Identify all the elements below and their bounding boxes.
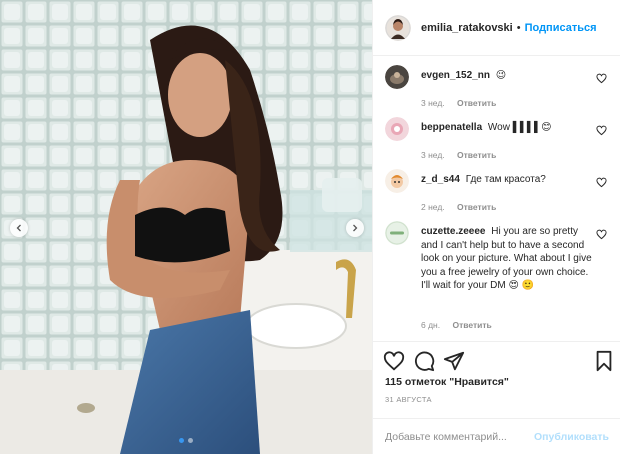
comment-meta: 3 нед. Ответить: [421, 98, 496, 108]
comment-meta: 3 нед. Ответить: [421, 150, 496, 160]
carousel-next-button[interactable]: [346, 219, 364, 237]
commenter-username[interactable]: evgen_152_nn: [421, 70, 490, 81]
comment-item: beppenatella Wow ▌▌▌▌😊 3 нед. Ответить: [385, 117, 615, 163]
comment-text: z_d_s44 Где там красота?: [421, 173, 593, 187]
heart-icon[interactable]: [596, 73, 607, 84]
reply-button[interactable]: Ответить: [457, 150, 496, 160]
header-separator: •: [516, 21, 521, 34]
comment-content: 😉: [495, 70, 507, 81]
comment-text: cuzette.zeeee Hi you are so pretty and I…: [421, 225, 593, 293]
author-avatar[interactable]: [385, 14, 411, 41]
comment-bubble-icon[interactable]: [413, 350, 435, 372]
comment-time: 3 нед.: [421, 150, 445, 160]
follow-button[interactable]: Подписаться: [525, 22, 597, 34]
author-username[interactable]: emilia_ratakovski: [421, 22, 513, 34]
carousel-dot-active: [179, 438, 184, 443]
post-date[interactable]: 31 августа: [385, 395, 432, 404]
post-actions: [373, 341, 620, 381]
bookmark-icon[interactable]: [593, 350, 615, 372]
likes-count[interactable]: 115 отметок "Нравится": [385, 376, 509, 388]
commenter-avatar[interactable]: [385, 169, 409, 193]
carousel-dot: [188, 438, 193, 443]
pink-avatar: [385, 117, 409, 141]
comment-content: Где там красота?: [465, 174, 546, 185]
instagram-post-modal: emilia_ratakovski • Подписаться evgen_15…: [0, 0, 620, 454]
cartoon-avatar: [385, 169, 409, 193]
commenter-username[interactable]: beppenatella: [421, 122, 482, 133]
comments-list[interactable]: evgen_152_nn 😉 3 нед. Ответить beppenate…: [373, 57, 620, 341]
comment-item: z_d_s44 Где там красота? 2 нед. Ответить: [385, 169, 615, 215]
comment-meta: 2 нед. Ответить: [421, 202, 496, 212]
comment-meta: 6 дн. Ответить: [421, 320, 492, 330]
comment-time: 3 нед.: [421, 98, 445, 108]
commenter-username[interactable]: z_d_s44: [421, 174, 460, 185]
author-avatar-image: [385, 14, 411, 41]
commenter-avatar[interactable]: [385, 221, 409, 245]
comment-text: evgen_152_nn 😉: [421, 69, 593, 83]
comment-item: evgen_152_nn 😉 3 нед. Ответить: [385, 65, 615, 111]
reply-button[interactable]: Ответить: [457, 98, 496, 108]
post-photo[interactable]: [0, 0, 372, 454]
post-photo-image: [0, 0, 372, 454]
comment-item: cuzette.zeeee Hi you are so pretty and I…: [385, 221, 615, 333]
chevron-left-icon: [16, 224, 21, 232]
commenter-avatar[interactable]: [385, 65, 409, 89]
carousel-prev-button[interactable]: [10, 219, 28, 237]
publish-button[interactable]: Опубликовать: [534, 431, 609, 443]
comment-input[interactable]: [385, 430, 535, 443]
heart-icon[interactable]: [383, 350, 405, 372]
green-logo-avatar: [385, 221, 409, 245]
comment-content: Wow ▌▌▌▌😊: [487, 122, 552, 133]
comment-time: 2 нед.: [421, 202, 445, 212]
post-side-panel: emilia_ratakovski • Подписаться evgen_15…: [372, 0, 620, 454]
post-header: emilia_ratakovski • Подписаться: [373, 0, 620, 56]
add-comment-bar: Опубликовать: [373, 418, 620, 454]
reply-button[interactable]: Ответить: [452, 320, 491, 330]
comment-time: 6 дн.: [421, 320, 441, 330]
commenter-avatar[interactable]: [385, 117, 409, 141]
comment-text: beppenatella Wow ▌▌▌▌😊: [421, 121, 593, 135]
reply-button[interactable]: Ответить: [457, 202, 496, 212]
heart-icon[interactable]: [596, 177, 607, 188]
dark-avatar: [385, 65, 409, 89]
heart-icon[interactable]: [596, 125, 607, 136]
commenter-username[interactable]: cuzette.zeeee: [421, 226, 485, 237]
paper-plane-icon[interactable]: [443, 350, 465, 372]
heart-icon[interactable]: [596, 229, 607, 240]
chevron-right-icon: [353, 224, 358, 232]
carousel-indicator: [0, 438, 372, 443]
